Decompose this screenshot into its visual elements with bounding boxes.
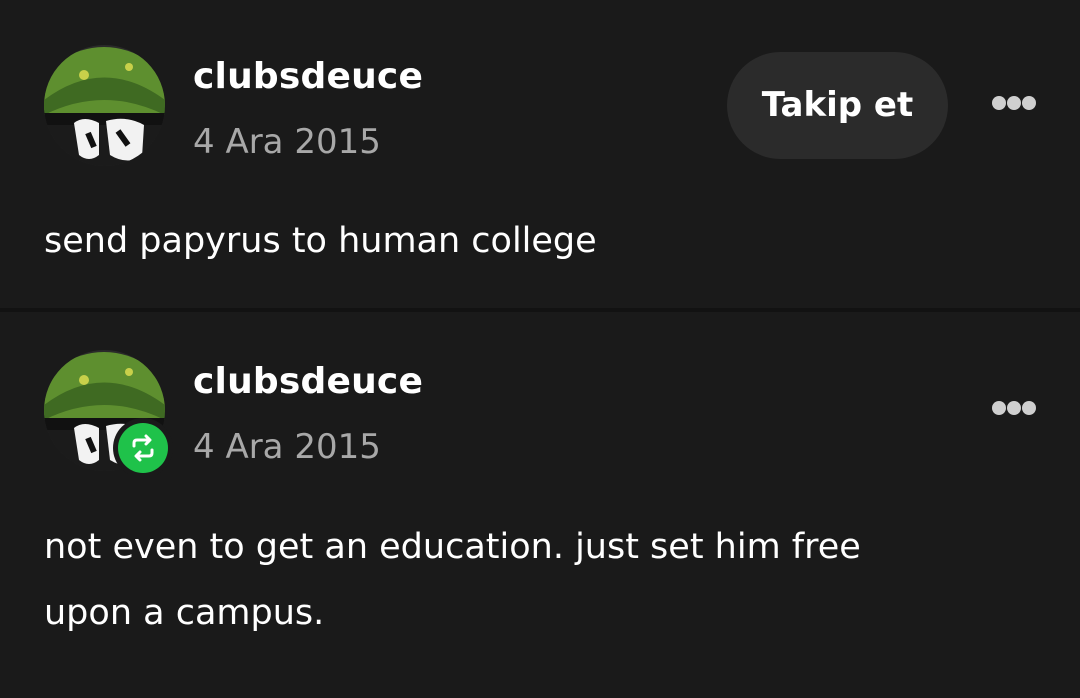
more-options-icon[interactable] (986, 393, 1042, 423)
post-body: not even to get an education. just set h… (44, 514, 1034, 646)
avatar-image (44, 45, 165, 166)
avatar[interactable] (44, 45, 165, 166)
post-username[interactable]: clubsdeuce (193, 360, 423, 404)
more-options-icon[interactable] (986, 88, 1042, 118)
post-reblog: clubsdeuce 4 Ara 2015 not even to get an… (0, 312, 1080, 698)
post-username[interactable]: clubsdeuce (193, 55, 423, 99)
post-date: 4 Ara 2015 (193, 427, 381, 467)
reblog-icon (132, 434, 154, 462)
post-body: send papyrus to human college (44, 221, 597, 261)
reblog-badge (113, 418, 173, 478)
post-date: 4 Ara 2015 (193, 122, 381, 162)
post-body-line: upon a campus. (44, 593, 325, 633)
follow-button[interactable]: Takip et (727, 52, 948, 159)
post-body-line: not even to get an education. just set h… (44, 527, 861, 567)
post-original: clubsdeuce 4 Ara 2015 Takip et send papy… (0, 0, 1080, 308)
